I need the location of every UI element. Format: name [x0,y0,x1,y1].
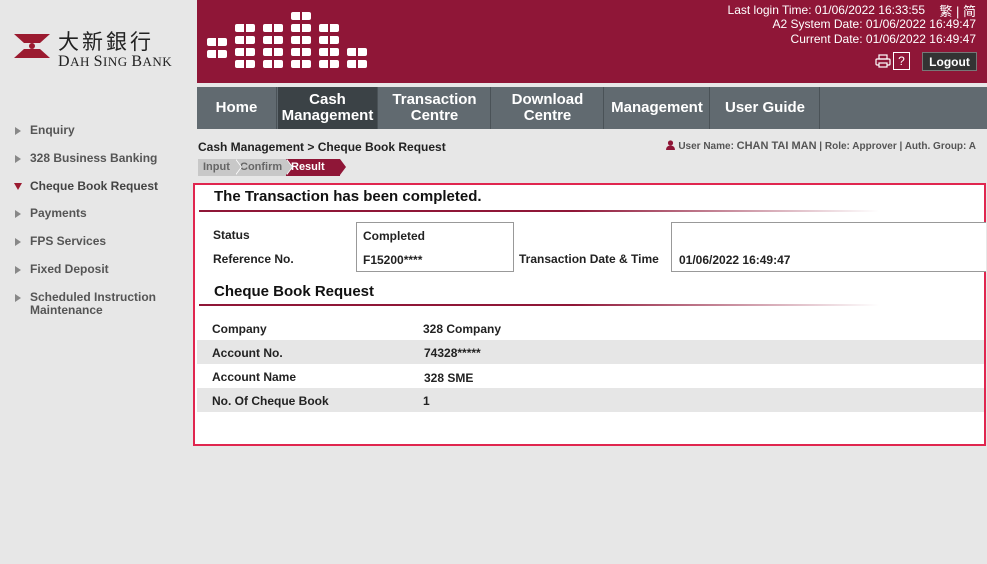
step-result: Result [286,159,346,176]
main-menu: Home Cash Management Transaction Centre Do… [197,87,987,129]
chevron-down-icon [14,183,22,190]
transaction-datetime-value: 01/06/2022 16:49:47 [679,253,791,267]
sidebar-item-label: Fixed Deposit [30,262,109,276]
tab-transaction-centre[interactable]: Transaction Centre [379,87,491,129]
sidebar-item-label: 328 Business Banking [30,151,158,165]
sidebar-item-fixed-deposit[interactable]: Fixed Deposit [0,263,197,276]
account-no-label: Account No. [212,346,283,360]
sidebar-item-label: Cheque Book Request [30,179,159,193]
account-name-value: 328 SME [424,371,474,385]
sidebar-item-328-business-banking[interactable]: 328 Business Banking [0,152,197,165]
tab-download-centre[interactable]: Download Centre [492,87,604,129]
sidebar-item-fps-services[interactable]: FPS Services [0,235,197,248]
sidebar-item-label: Payments [30,206,87,220]
header-banner: 繁 | 简 Last login Time: 01/06/2022 16:33:… [197,0,987,83]
company-value: 328 Company [423,322,502,336]
logout-button[interactable]: Logout [922,52,977,71]
bank-name-chinese: 大新銀行 [58,30,154,54]
chevron-right-icon [15,238,21,246]
chevron-right-icon [15,127,21,135]
request-section-title: Cheque Book Request [214,283,375,300]
chevron-right-icon [15,294,21,302]
row-bg [197,340,984,364]
status-label: Status [213,228,250,242]
bank-logo[interactable]: 大新銀行 DAH SING BANK [12,26,177,70]
status-value: Completed [363,229,426,243]
tab-cash-management[interactable]: Cash Management [278,87,378,129]
result-panel: The Transaction has been completed. Stat… [193,183,986,446]
current-date: Current Date: 01/06/2022 16:49:47 [790,32,976,46]
step-confirm: Confirm [235,159,293,176]
section-divider [199,304,879,306]
system-date: A2 System Date: 01/06/2022 16:49:47 [772,17,976,31]
reference-value: F15200**** [363,253,423,267]
help-button[interactable]: ? [893,52,910,70]
breadcrumb: Cash Management > Cheque Book Request [198,140,446,154]
tab-home[interactable]: Home [197,87,277,129]
user-role: | Role: Approver | Auth. Group: A [816,141,976,152]
step-input: Input [198,159,242,176]
user-name: CHAN TAI MAN [736,140,817,152]
reference-label: Reference No. [213,252,294,266]
sidebar-item-cheque-book-request[interactable]: Cheque Book Request [0,180,197,193]
brand-pattern-icon [207,12,367,68]
sidebar-item-label-line2: Maintenance [30,303,103,317]
completion-message: The Transaction has been completed. [214,188,482,205]
transaction-datetime-label: Transaction Date & Time [519,252,659,266]
sidebar: 大新銀行 DAH SING BANK Enquiry 328 Business … [0,0,197,564]
sidebar-item-label: Scheduled Instruction [30,290,157,304]
print-icon[interactable] [875,54,891,68]
chevron-right-icon [15,210,21,218]
user-icon [666,140,676,150]
chevron-right-icon [15,155,21,163]
sidebar-item-label: FPS Services [30,234,107,248]
account-name-label: Account Name [212,370,297,384]
last-login-time: Last login Time: 01/06/2022 16:33:55 [727,3,925,17]
chevron-right-icon [15,266,21,274]
company-label: Company [212,322,267,336]
sidebar-item-enquiry[interactable]: Enquiry [0,124,197,137]
sidebar-item-payments[interactable]: Payments [0,207,197,220]
cheque-book-count-label: No. Of Cheque Book [212,394,329,408]
account-no-value: 74328***** [424,346,481,360]
dah-sing-logo-icon [14,34,50,58]
user-info: User Name: CHAN TAI MAN | Role: Approver… [666,140,976,152]
bank-name-english: DAH SING BANK [58,53,173,70]
tab-user-guide[interactable]: User Guide [711,87,820,129]
cheque-book-count-value: 1 [423,394,430,408]
sidebar-item-label: Enquiry [30,123,75,137]
sidebar-item-scheduled-instruction-maintenance[interactable]: Scheduled Instruction Maintenance [0,291,197,317]
tab-management[interactable]: Management [605,87,710,129]
section-divider [199,210,879,212]
